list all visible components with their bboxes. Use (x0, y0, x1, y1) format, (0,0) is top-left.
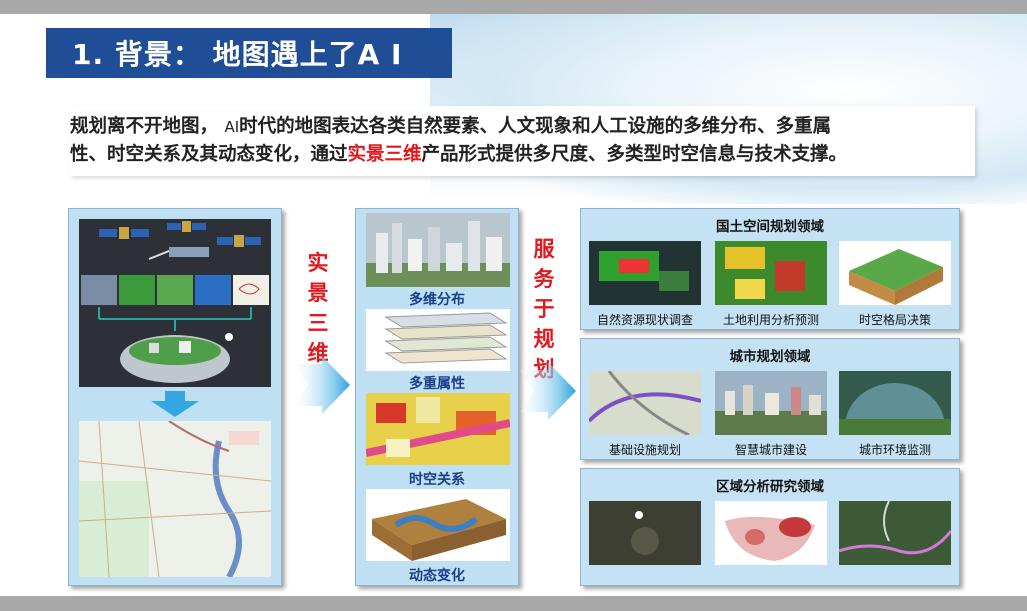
thumb-heatmap (715, 501, 827, 565)
thumb-label: 时空格局决策 (858, 313, 931, 327)
section-territorial-planning: 国土空间规划领域 自然资源现状调查 土地利用分析预测 时空格局决策 (580, 208, 960, 330)
thumb-land-use (715, 241, 827, 305)
arrow-right-char: 服 (533, 237, 555, 261)
intro-part3: 性、时空关系及其动态变化，通过 (70, 144, 348, 165)
realscene-panel: 多维分布 多重属性 时空关系 动态变化 (355, 208, 519, 586)
section-title: 区域分析研究领域 (716, 479, 824, 495)
section-urban-planning: 城市规划领域 基础设施规划 智慧城市建设 城市环境监测 (580, 338, 960, 460)
thumb-label: 基础设施规划 (608, 443, 681, 457)
dynamic-change-image (366, 489, 510, 561)
intro-ai: AI (224, 118, 240, 136)
down-arrow (149, 391, 201, 417)
thumb-label: 土地利用分析预测 (722, 313, 819, 327)
layers-image (366, 309, 510, 371)
thumb-smart-city (715, 371, 827, 435)
bottom-bar (0, 596, 1027, 611)
intro-text: 规划离不开地图， AI时代的地图表达各类自然要素、人文现象和人工设施的多维分布、… (70, 106, 975, 176)
thumb-label: 自然资源现状调查 (596, 313, 693, 327)
application-panel: 国土空间规划领域 自然资源现状调查 土地利用分析预测 时空格局决策 城市规划领域… (580, 208, 960, 586)
right-arrow-left (294, 356, 350, 414)
arrow-label-left: 实 景 三 维 (306, 248, 330, 368)
thumb-resource-survey (589, 241, 701, 305)
label-multi-distribution: 多维分布 (409, 292, 465, 308)
thumb-label: 智慧城市建设 (734, 443, 807, 457)
satellite-pipeline-image (79, 219, 271, 387)
section-regional-analysis: 区域分析研究领域 (580, 468, 960, 586)
arrow-right-char: 务 (533, 267, 555, 291)
section-title: 城市规划领域 (729, 349, 811, 365)
thumb-infrastructure (589, 371, 701, 435)
thumb-environment-monitoring (839, 371, 951, 435)
section-title: 国土空间规划领域 (716, 219, 824, 235)
label-spatiotemporal: 时空关系 (409, 472, 465, 488)
top-bar (0, 0, 1027, 14)
intro-part2: 时代的地图表达各类自然要素、人文现象和人工设施的多维分布、多重属 (239, 116, 832, 137)
intro-part1: 规划离不开地图， (70, 116, 219, 137)
topographic-map-image (79, 421, 271, 577)
thumb-label: 城市环境监测 (858, 443, 931, 457)
thumb-spatial-decision (839, 241, 951, 305)
city-3d-image (366, 213, 510, 287)
intro-highlight: 实景三维 (347, 144, 422, 165)
arrow-right-char: 于 (533, 297, 555, 321)
arrow-right-char: 规 (533, 327, 555, 351)
arrow-left-char: 三 (307, 311, 329, 335)
label-dynamic-change: 动态变化 (409, 568, 465, 584)
thumb-night-light (589, 501, 701, 565)
thumb-route-analysis (839, 501, 951, 565)
spatiotemporal-image (366, 393, 510, 465)
right-arrow-right (520, 362, 576, 420)
data-source-panel (68, 208, 282, 586)
arrow-left-char: 景 (307, 281, 329, 305)
page-title: 1. 背景： 地图遇上了A I (46, 28, 452, 78)
arrow-left-char: 实 (307, 251, 329, 275)
intro-part4: 产品形式提供多尺度、多类型时空信息与技术支撑。 (421, 144, 848, 165)
label-multi-attribute: 多重属性 (409, 376, 465, 392)
